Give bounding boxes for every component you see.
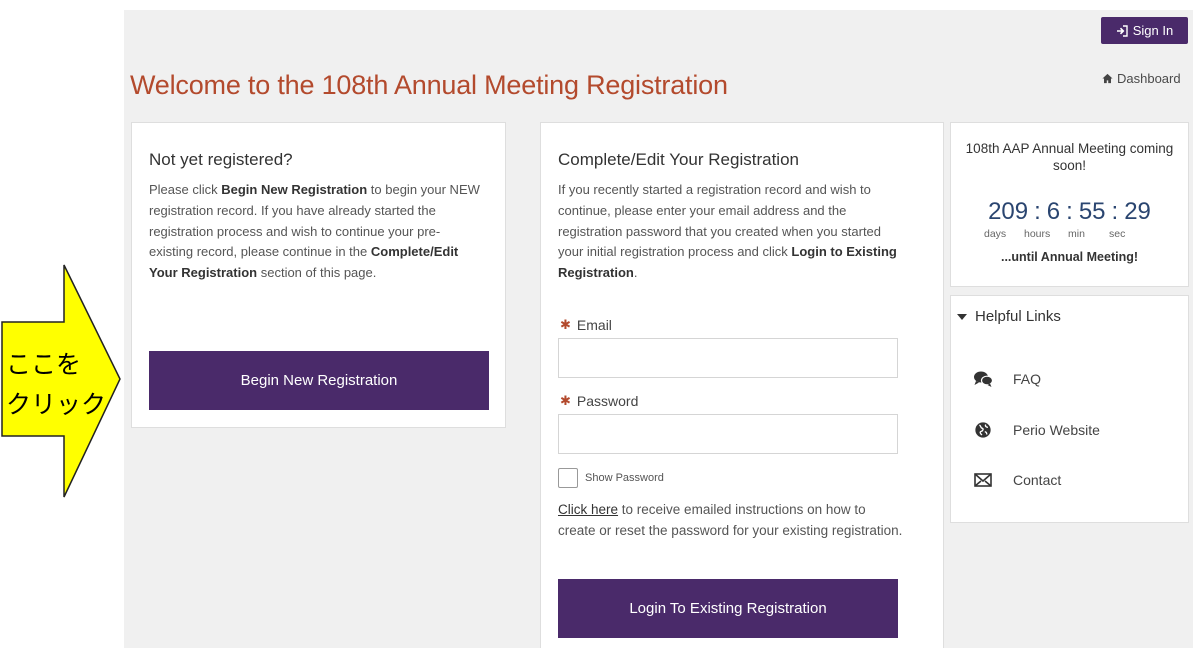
helpful-link-label: Perio Website — [1013, 422, 1100, 438]
new-registration-instructions: Please click Begin New Registration to b… — [149, 182, 480, 281]
begin-new-registration-button[interactable]: Begin New Registration — [149, 351, 489, 410]
password-label: ✱ Password — [560, 393, 639, 409]
countdown-timer: 209:6:55:29 — [951, 198, 1188, 226]
existing-registration-heading: Complete/Edit Your Registration — [558, 150, 799, 169]
caret-down-icon — [957, 313, 967, 320]
required-star-icon: ✱ — [560, 317, 571, 332]
email-label: ✱ Email — [560, 317, 612, 333]
helpful-link-faq[interactable]: FAQ — [973, 370, 1041, 388]
page-title: Welcome to the 108th Annual Meeting Regi… — [130, 70, 728, 100]
sign-in-icon — [1116, 24, 1128, 37]
countdown-separator: : — [1034, 198, 1041, 225]
show-password-checkbox[interactable] — [558, 468, 578, 488]
show-password-label[interactable]: Show Password — [585, 472, 664, 484]
countdown-minutes: 55 — [1078, 198, 1106, 225]
new-registration-heading: Not yet registered? — [149, 150, 293, 169]
sign-in-button[interactable]: Sign In — [1101, 17, 1188, 44]
password-help-link[interactable]: Click here — [558, 502, 618, 517]
helpful-link-perio-website[interactable]: Perio Website — [973, 421, 1100, 439]
login-existing-registration-button[interactable]: Login To Existing Registration — [558, 579, 898, 638]
envelope-icon — [973, 471, 993, 489]
email-field[interactable] — [558, 338, 898, 378]
countdown-days: 209 — [988, 198, 1029, 225]
password-help-text: Click here to receive emailed instructio… — [558, 502, 903, 538]
minutes-unit-label: min — [1068, 228, 1085, 240]
dashboard-label: Dashboard — [1117, 71, 1181, 86]
days-unit-label: days — [984, 228, 1007, 240]
countdown-separator: : — [1111, 198, 1119, 225]
seconds-unit-label: sec — [1109, 228, 1126, 240]
helpful-link-label: FAQ — [1013, 371, 1042, 387]
globe-icon — [973, 421, 993, 439]
helpful-link-contact[interactable]: Contact — [973, 471, 1061, 489]
countdown-hours: 6 — [1046, 198, 1061, 225]
countdown-until-label: ...until Annual Meeting! — [1000, 250, 1139, 264]
password-field[interactable] — [558, 414, 898, 454]
countdown-separator: : — [1066, 198, 1073, 225]
existing-registration-instructions: If you recently started a registration r… — [558, 182, 897, 281]
annotation-text: ここを クリック — [6, 350, 107, 419]
comments-icon — [973, 370, 993, 388]
countdown-heading: 108th AAP Annual Meeting coming soon! — [965, 141, 1174, 173]
hours-unit-label: hours — [1024, 228, 1051, 240]
countdown-seconds: 29 — [1124, 198, 1151, 225]
helpful-links-toggle[interactable]: Helpful Links — [957, 308, 1061, 325]
screenshot-canvas: Sign In Welcome to the 108th Annual Meet… — [0, 0, 1193, 648]
dashboard-link[interactable]: Dashboard — [1102, 71, 1181, 86]
helpful-link-label: Contact — [1013, 472, 1062, 488]
required-star-icon: ✱ — [560, 393, 571, 408]
helpful-links-heading: Helpful Links — [975, 308, 1061, 325]
home-icon — [1102, 73, 1113, 84]
sign-in-label: Sign In — [1132, 23, 1174, 38]
